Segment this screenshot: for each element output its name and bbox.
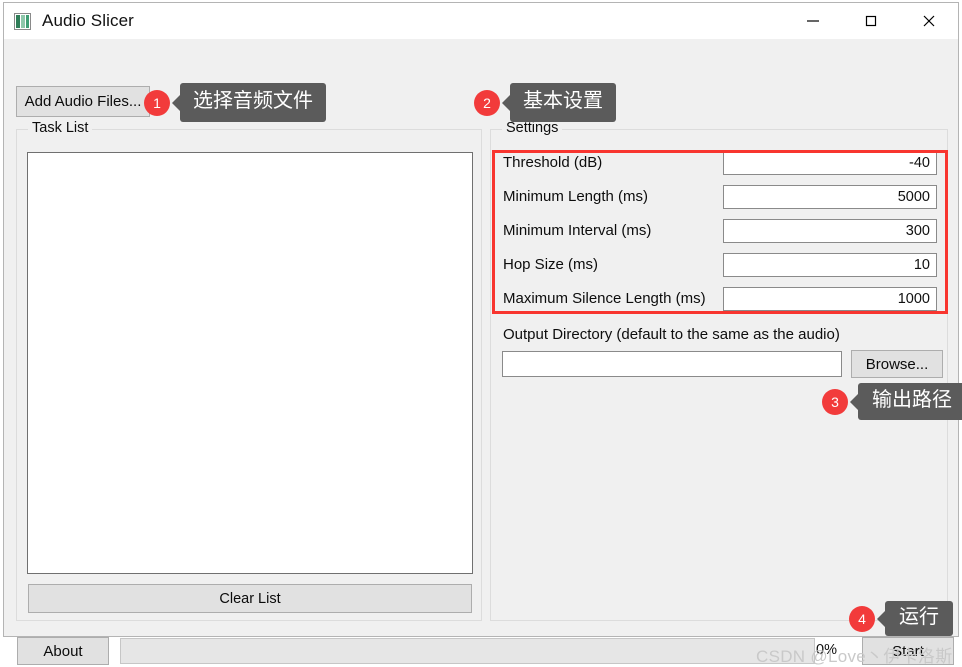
progress-bar <box>120 638 815 664</box>
title-bar: Audio Slicer <box>4 3 958 39</box>
setting-row-hop-size: Hop Size (ms) 10 <box>495 248 945 281</box>
setting-label: Threshold (dB) <box>503 154 603 171</box>
add-audio-files-button[interactable]: Add Audio Files... <box>16 86 150 117</box>
start-button[interactable]: Start <box>862 637 954 665</box>
setting-row-maximum-silence-length: Maximum Silence Length (ms) 1000 <box>495 282 945 315</box>
task-list-group: Task List Clear List <box>16 120 482 621</box>
browse-button[interactable]: Browse... <box>851 350 943 378</box>
audio-waveform-icon <box>14 12 31 30</box>
setting-row-minimum-length: Minimum Length (ms) 5000 <box>495 180 945 213</box>
setting-row-threshold: Threshold (dB) -40 <box>495 146 945 179</box>
settings-title: Settings <box>502 120 563 136</box>
hop-size-input[interactable]: 10 <box>723 252 937 277</box>
output-directory-input[interactable] <box>502 351 842 377</box>
setting-row-minimum-interval: Minimum Interval (ms) 300 <box>495 214 945 247</box>
setting-label: Maximum Silence Length (ms) <box>503 290 706 307</box>
minimize-icon[interactable] <box>784 3 842 39</box>
task-list-box[interactable] <box>27 152 473 574</box>
app-window: Audio Slicer Add Audio Files... Task Lis… <box>3 2 962 666</box>
main-content: Add Audio Files... Task List Clear List … <box>4 39 962 666</box>
callout-3: 3 输出路径 <box>822 383 962 420</box>
callout-badge: 3 <box>822 388 848 415</box>
callout-2: 2 基本设置 <box>474 83 616 122</box>
minimum-interval-input[interactable]: 300 <box>723 218 937 243</box>
settings-group: Settings Threshold (dB) -40 Minimum Leng… <box>490 120 948 621</box>
task-list-title: Task List <box>28 120 93 136</box>
window-controls <box>784 3 958 39</box>
about-button[interactable]: About <box>17 637 109 665</box>
callout-1: 1 选择音频文件 <box>144 83 326 122</box>
clear-list-button[interactable]: Clear List <box>28 584 472 613</box>
callout-4: 4 运行 <box>849 601 953 636</box>
maximize-icon[interactable] <box>842 3 900 39</box>
setting-label: Minimum Interval (ms) <box>503 222 652 239</box>
callout-badge: 1 <box>144 89 170 116</box>
callout-text: 基本设置 <box>510 83 616 122</box>
setting-label: Minimum Length (ms) <box>503 188 649 205</box>
threshold-input[interactable]: -40 <box>723 150 937 175</box>
setting-label: Hop Size (ms) <box>503 256 599 273</box>
callout-text: 输出路径 <box>858 383 962 420</box>
callout-text: 选择音频文件 <box>180 83 326 122</box>
callout-text: 运行 <box>885 601 953 636</box>
progress-percent-label: 0% <box>816 642 837 658</box>
settings-rows: Threshold (dB) -40 Minimum Length (ms) 5… <box>495 146 945 316</box>
window-title: Audio Slicer <box>42 11 134 30</box>
maximum-silence-length-input[interactable]: 1000 <box>723 286 937 311</box>
callout-badge: 2 <box>474 89 500 116</box>
callout-badge: 4 <box>849 605 875 632</box>
close-icon[interactable] <box>900 3 958 39</box>
output-directory-label: Output Directory (default to the same as… <box>503 326 840 343</box>
minimum-length-input[interactable]: 5000 <box>723 184 937 209</box>
